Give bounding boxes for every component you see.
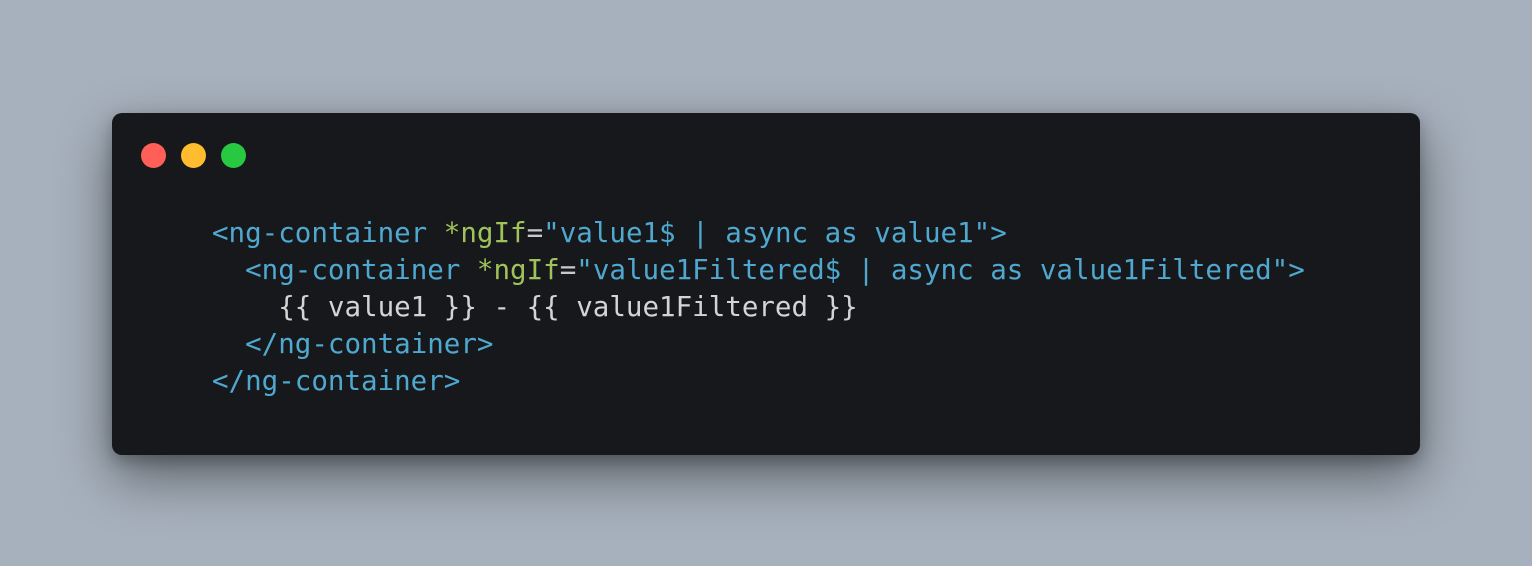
tag-bracket: > — [990, 217, 1007, 249]
attribute-value: "value1$ | async as value1" — [543, 217, 991, 249]
code-line-5: </ng-container> — [212, 363, 1305, 400]
interpolation-text: {{ value1 }} - {{ value1Filtered }} — [278, 291, 858, 323]
equals-sign: = — [526, 217, 544, 249]
tag-close: </ng-container> — [245, 328, 494, 360]
code-line-1: <ng-container *ngIf="value1$ | async as … — [212, 215, 1305, 252]
tag-open: <ng-container — [245, 254, 477, 286]
tag-close: </ng-container> — [212, 365, 461, 397]
tag-open: <ng-container — [212, 217, 444, 249]
code-line-2: <ng-container *ngIf="value1Filtered$ | a… — [212, 252, 1305, 289]
code-block: <ng-container *ngIf="value1$ | async as … — [212, 215, 1305, 400]
code-line-4: </ng-container> — [212, 326, 1305, 363]
attribute-name: *ngIf — [443, 217, 527, 249]
minimize-dot-icon[interactable] — [181, 143, 206, 168]
attribute-name: *ngIf — [476, 254, 560, 286]
maximize-dot-icon[interactable] — [221, 143, 246, 168]
equals-sign: = — [559, 254, 577, 286]
tag-bracket: > — [1288, 254, 1305, 286]
code-line-3: {{ value1 }} - {{ value1Filtered }} — [212, 289, 1305, 326]
attribute-value: "value1Filtered$ | async as value1Filter… — [576, 254, 1289, 286]
close-dot-icon[interactable] — [141, 143, 166, 168]
code-window: <ng-container *ngIf="value1$ | async as … — [112, 113, 1420, 455]
